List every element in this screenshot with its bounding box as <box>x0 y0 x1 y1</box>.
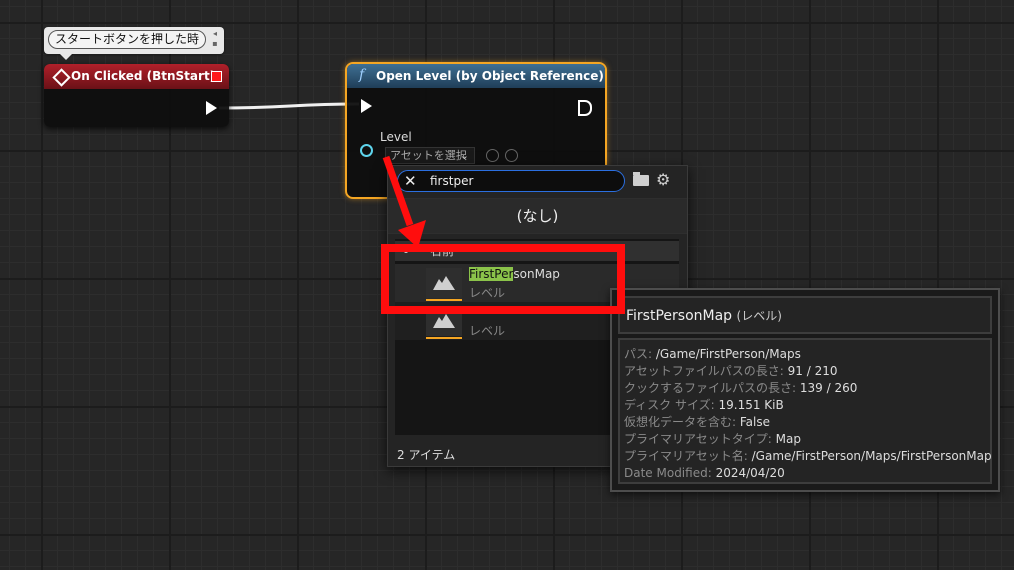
none-option[interactable]: (なし) <box>388 198 687 234</box>
asset-search-box[interactable]: ✕ firstper <box>397 170 625 192</box>
use-selected-icon[interactable] <box>486 149 499 162</box>
browse-search-icon[interactable] <box>505 149 518 162</box>
tooltip-row: アセットファイルパスの長さ: 91 / 210 <box>624 364 838 378</box>
event-node-header: On Clicked (BtnStart) <box>44 64 229 89</box>
gear-icon[interactable]: ⚙ <box>656 171 670 189</box>
function-f-icon: f <box>359 67 365 83</box>
tooltip-title: FirstPersonMap <box>626 308 733 324</box>
asset-tooltip: FirstPersonMap (レベル) パス: /Game/FirstPers… <box>610 288 1000 492</box>
function-node-header: f Open Level (by Object Reference) <box>347 64 605 88</box>
comment-text: スタートボタンを押した時 <box>48 30 206 49</box>
tooltip-row: Date Modified: 2024/04/20 <box>624 466 785 480</box>
comment-pin-icon[interactable]: ◂ ▪ <box>209 29 221 51</box>
close-icon[interactable]: ✕ <box>404 172 417 190</box>
comment-bubble[interactable]: スタートボタンを押した時 ◂ ▪ <box>44 27 224 60</box>
exec-out-pin-outline[interactable] <box>578 100 592 116</box>
tooltip-row: パス: /Game/FirstPerson/Maps <box>624 347 801 361</box>
comment-tail <box>60 54 72 60</box>
highlight-annotation-box <box>381 244 625 314</box>
delegate-pin-icon[interactable] <box>211 71 222 82</box>
asset-select-combo[interactable]: アセットを選択 ⌄ <box>385 147 475 164</box>
tooltip-row: ディスク サイズ: 19.151 KiB <box>624 398 784 412</box>
level-pin-label: Level <box>380 130 412 144</box>
asset-type-bar <box>426 337 462 339</box>
tooltip-row: クックするファイルパスの長さ: 139 / 260 <box>624 381 858 395</box>
exec-out-pin[interactable] <box>206 101 217 115</box>
chevron-down-icon: ⌄ <box>459 149 469 162</box>
tooltip-title-type: (レベル) <box>736 309 782 323</box>
exec-in-pin[interactable] <box>361 99 372 113</box>
tooltip-row: プライマリアセット名: /Game/FirstPerson/Maps/First… <box>624 449 992 463</box>
diamond-icon <box>52 68 71 87</box>
event-node-title: On Clicked (BtnStart) <box>71 69 216 83</box>
asset-search-input[interactable]: firstper <box>430 173 473 189</box>
function-node-title: Open Level (by Object Reference) <box>376 69 604 83</box>
event-node-on-clicked[interactable]: On Clicked (BtnStart) <box>44 64 229 127</box>
level-input-pin[interactable] <box>360 144 373 157</box>
folder-icon[interactable] <box>633 172 649 186</box>
list-item-type: レベル <box>469 324 506 338</box>
tooltip-row: プライマリアセットタイプ: Map <box>624 432 801 446</box>
tooltip-row: 仮想化データを含む: False <box>624 415 770 429</box>
tooltip-body: パス: /Game/FirstPerson/Maps アセットファイルパスの長さ… <box>618 338 992 484</box>
asset-select-label: アセットを選択 <box>390 149 467 162</box>
tooltip-header: FirstPersonMap (レベル) <box>618 296 992 334</box>
item-count: 2 アイテム <box>397 448 456 462</box>
